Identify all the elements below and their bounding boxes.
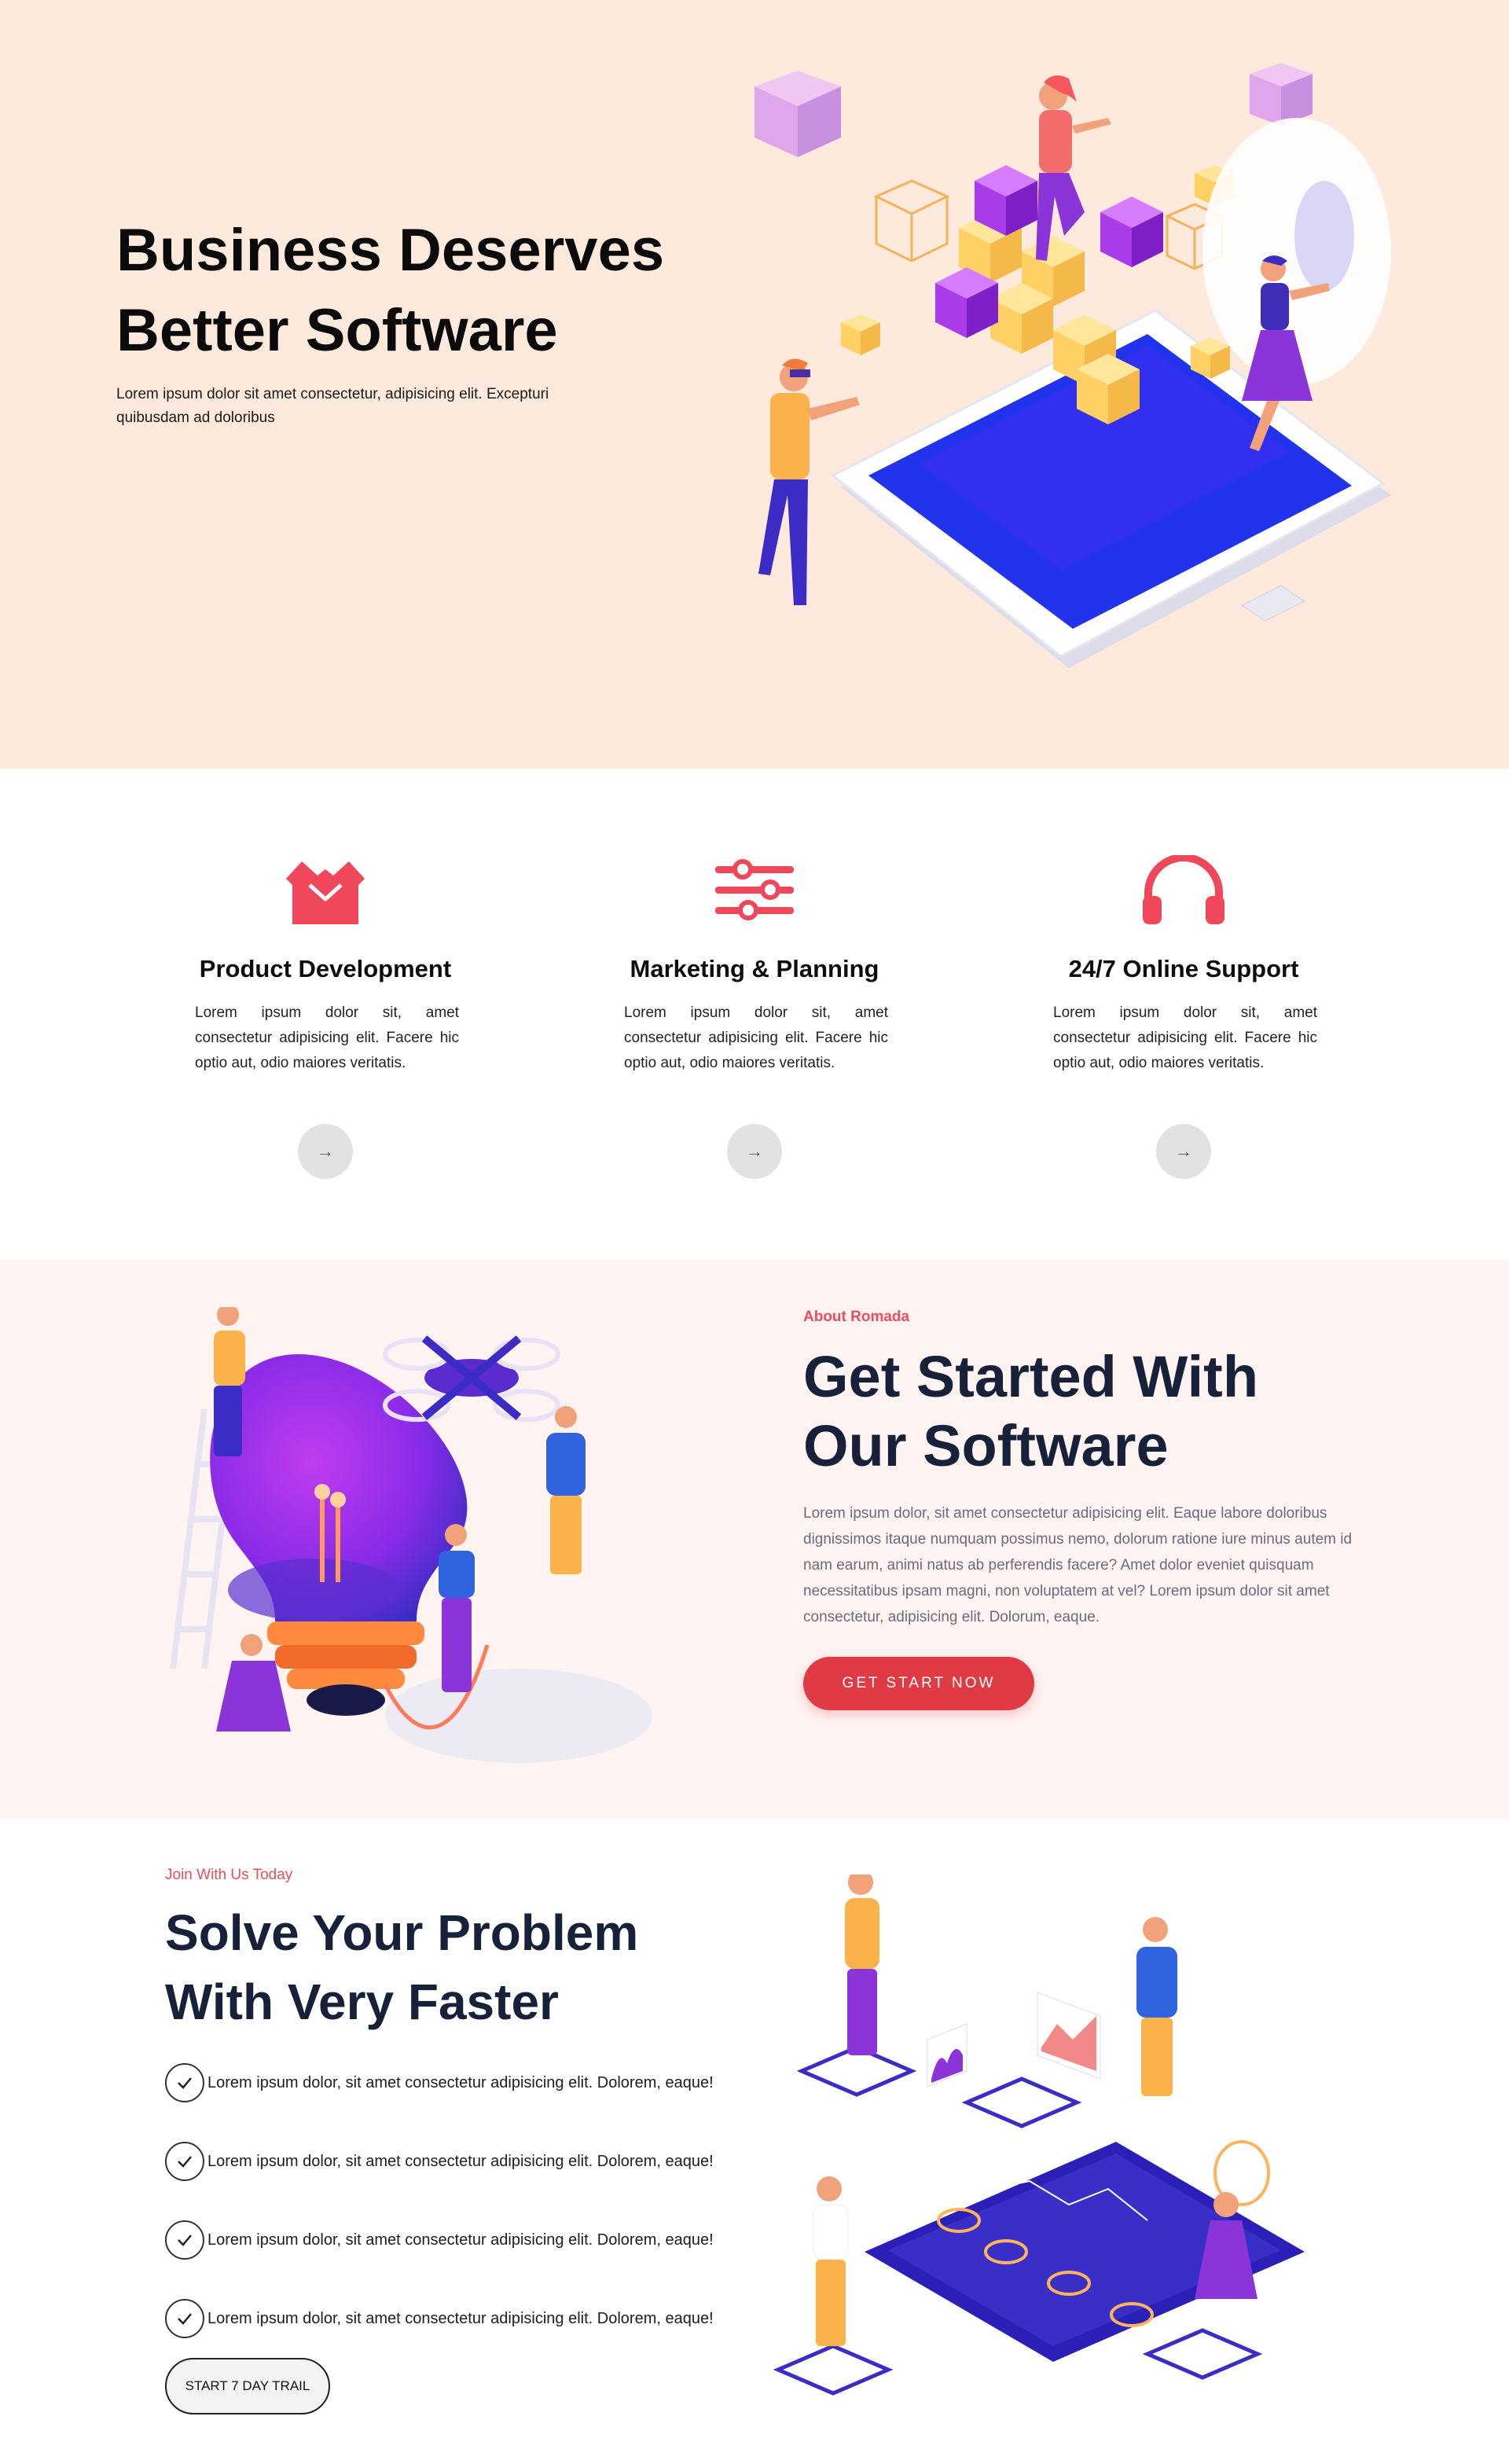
feature-arrow-button[interactable]: → <box>1156 1124 1211 1179</box>
arrow-right-icon: → <box>1175 1141 1192 1161</box>
arrow-right-icon: → <box>746 1141 763 1161</box>
check-item-text: Lorem ipsum dolor, sit amet consectetur … <box>207 2073 714 2091</box>
box-icon <box>286 861 365 924</box>
about-section: About Romada Get Started With Our Softwa… <box>0 1260 1509 1820</box>
hero-subtitle: Lorem ipsum dolor sit amet consectetur, … <box>116 386 549 426</box>
feature-card-support: 24/7 Online Support Lorem ipsum dolor si… <box>1019 769 1349 1260</box>
feature-arrow-button[interactable]: → <box>298 1124 353 1179</box>
get-start-now-button[interactable]: GET START NOW <box>803 1657 1034 1710</box>
check-list-item: Lorem ipsum dolor, sit amet consectetur … <box>165 2063 762 2102</box>
check-icon <box>165 2220 204 2260</box>
check-item-text: Lorem ipsum dolor, sit amet consectetur … <box>207 2231 714 2249</box>
solve-eyebrow: Join With Us Today <box>165 1867 293 1883</box>
feature-text: Lorem ipsum dolor sit, amet consectetur … <box>195 1004 459 1071</box>
feature-card-marketing: Marketing & Planning Lorem ipsum dolor s… <box>589 769 920 1260</box>
team-dashboard-illustration <box>773 1875 1305 2396</box>
feature-card-product: Product Development Lorem ipsum dolor si… <box>160 769 490 1260</box>
feature-title: Marketing & Planning <box>630 955 879 982</box>
person-illustration-top <box>1036 75 1111 261</box>
feature-title: Product Development <box>199 955 452 982</box>
solve-title-line-2: With Very Faster <box>165 1974 559 2030</box>
lightbulb-illustration <box>170 1307 652 1763</box>
check-item-text: Lorem ipsum dolor, sit amet consectetur … <box>207 2152 714 2170</box>
solve-title-line-1: Solve Your Problem <box>165 1904 639 1961</box>
feature-text: Lorem ipsum dolor sit, amet consectetur … <box>1053 1004 1317 1071</box>
headphones-icon <box>1143 855 1224 924</box>
feature-text: Lorem ipsum dolor sit, amet consectetur … <box>624 1004 888 1071</box>
check-icon <box>165 2299 204 2338</box>
check-list-item: Lorem ipsum dolor, sit amet consectetur … <box>165 2299 762 2338</box>
hero-section: Business Deserves Better Software Lorem … <box>0 0 1509 769</box>
about-body: Lorem ipsum dolor, sit amet consectetur … <box>803 1505 1353 1625</box>
arrow-right-icon: → <box>317 1141 334 1161</box>
solve-title: Solve Your Problem With Very Faster <box>165 1898 762 2036</box>
hero-title: Business Deserves Better Software <box>116 211 714 371</box>
feature-arrow-button[interactable]: → <box>727 1124 782 1179</box>
about-title-line-2: Our Software <box>803 1413 1169 1478</box>
about-title-line-1: Get Started With <box>803 1344 1259 1409</box>
check-list-item: Lorem ipsum dolor, sit amet consectetur … <box>165 2220 762 2260</box>
check-list-item: Lorem ipsum dolor, sit amet consectetur … <box>165 2142 762 2181</box>
hero-title-line-2: Better Software <box>116 297 558 364</box>
hero-title-line-1: Business Deserves <box>116 217 665 284</box>
start-trial-button[interactable]: START 7 DAY TRAIL <box>165 2358 330 2414</box>
about-title: Get Started With Our Software <box>803 1342 1401 1481</box>
features-section: Product Development Lorem ipsum dolor si… <box>0 769 1509 1260</box>
sliders-icon <box>715 859 794 920</box>
about-eyebrow: About Romada <box>803 1309 910 1325</box>
feature-title: 24/7 Online Support <box>1068 955 1299 982</box>
solve-section: Join With Us Today Solve Your Problem Wi… <box>0 1820 1509 2464</box>
check-icon <box>165 2063 204 2102</box>
check-icon <box>165 2142 204 2181</box>
hero-illustration <box>754 63 1391 668</box>
check-item-text: Lorem ipsum dolor, sit amet consectetur … <box>207 2309 714 2327</box>
